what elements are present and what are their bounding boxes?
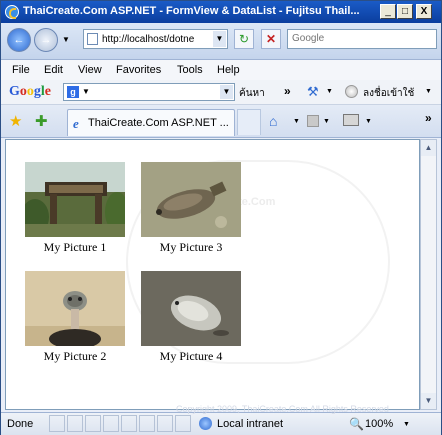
zoom-dropdown[interactable]: ▼ (403, 421, 410, 428)
search-box[interactable] (287, 29, 437, 49)
ie-tab-icon: e (73, 116, 79, 131)
zoom-level[interactable]: 100% (365, 418, 393, 430)
google-dropdown[interactable]: ▼ (220, 85, 233, 99)
tab-bar: ★ ✚ e ThaiCreate.Com ASP.NET ... ⌂ ▼ ▼ ▼… (1, 105, 441, 138)
status-pane (85, 415, 101, 432)
ie-icon (5, 5, 19, 19)
window-title: ThaiCreate.Com ASP.NET - FormView & Data… (23, 5, 360, 17)
logo-letter: o (19, 84, 27, 99)
google-g-icon[interactable]: g (67, 86, 79, 98)
sign-photo (25, 162, 125, 237)
close-button[interactable]: X (416, 4, 432, 19)
favorites-star-icon[interactable]: ★ (9, 112, 22, 130)
history-dropdown[interactable]: ▼ (62, 35, 70, 44)
new-tab-button[interactable] (237, 109, 261, 135)
logo-letter: G (9, 84, 20, 99)
refresh-button[interactable]: ↻ (234, 29, 254, 49)
status-pane (49, 415, 65, 432)
home-icon[interactable]: ⌂ (269, 113, 277, 129)
picture-1[interactable] (25, 162, 125, 237)
refresh-icon: ↻ (238, 32, 250, 46)
address-bar: ← → ▼ ▼ ↻ ✕ (1, 23, 441, 60)
zoom-icon[interactable]: 🔍 (349, 417, 364, 431)
feeds-icon[interactable] (307, 115, 319, 127)
forward-button[interactable]: → (34, 28, 58, 52)
wrench-icon[interactable]: ⚒ (307, 84, 319, 100)
search-input[interactable] (292, 33, 432, 44)
add-favorites-icon[interactable]: ✚ (35, 112, 48, 130)
back-button[interactable]: ← (7, 28, 31, 52)
arrow-right-icon: → (40, 34, 52, 46)
menu-tools[interactable]: Tools (177, 64, 203, 76)
settings-dropdown[interactable]: ▼ (326, 88, 333, 95)
menu-help[interactable]: Help (217, 64, 240, 76)
tab-thaicreate[interactable]: e ThaiCreate.Com ASP.NET ... (67, 109, 235, 136)
home-dropdown[interactable]: ▼ (293, 118, 300, 125)
minimize-button[interactable]: _ (380, 4, 396, 19)
globe-icon (199, 417, 212, 430)
status-pane (139, 415, 155, 432)
url-dropdown[interactable]: ▼ (213, 31, 226, 47)
url-box[interactable]: ▼ (83, 29, 228, 49)
google-logo[interactable]: Google (9, 84, 51, 100)
fish-photo (141, 162, 241, 237)
ostrich-photo (25, 271, 125, 346)
browser-window: ThaiCreate.Com ASP.NET - FormView & Data… (0, 0, 442, 435)
page-content: ThaiCreate.Com My Picture 1 (5, 139, 420, 410)
menu-edit[interactable]: Edit (44, 64, 63, 76)
stop-icon: ✕ (265, 32, 277, 46)
picture-4[interactable] (141, 271, 241, 346)
picture-3-caption: My Picture 3 (159, 240, 223, 254)
status-pane (103, 415, 119, 432)
menu-bar: File Edit View Favorites Tools Help (1, 60, 441, 80)
picture-1-caption: My Picture 1 (43, 240, 107, 254)
user-icon (345, 85, 358, 98)
vertical-scrollbar[interactable]: ▲ ▼ (420, 139, 437, 410)
command-overflow-icon[interactable]: » (425, 111, 432, 125)
logo-letter: e (44, 84, 51, 99)
status-text: Done (7, 418, 34, 430)
arrow-left-icon: ← (13, 34, 25, 46)
status-pane (157, 415, 173, 432)
scroll-up-icon[interactable]: ▲ (421, 140, 436, 156)
page-icon (87, 33, 98, 45)
sign-in-button[interactable]: ลงชื่อเข้าใช้ (363, 86, 414, 101)
google-toolbar: Google g ▼ ▼ ค้นหา » ⚒ ▼ ลงชื่อเข้าใช้ ▼ (1, 80, 441, 105)
status-pane (67, 415, 83, 432)
seal-photo (141, 271, 241, 346)
picture-2-caption: My Picture 2 (43, 349, 107, 363)
print-icon[interactable] (343, 114, 359, 126)
engine-dropdown[interactable]: ▼ (82, 87, 90, 96)
toolbar-overflow-icon[interactable]: » (284, 84, 291, 98)
google-search-box[interactable]: g ▼ ▼ (63, 83, 235, 101)
logo-letter: g (33, 84, 41, 99)
menu-favorites[interactable]: Favorites (116, 64, 161, 76)
feeds-dropdown[interactable]: ▼ (323, 118, 330, 125)
picture-3[interactable] (141, 162, 241, 237)
maximize-button[interactable]: □ (397, 4, 413, 19)
picture-4-caption: My Picture 4 (159, 349, 223, 363)
title-bar[interactable]: ThaiCreate.Com ASP.NET - FormView & Data… (1, 1, 441, 23)
picture-2[interactable] (25, 271, 125, 346)
stop-button[interactable]: ✕ (261, 29, 281, 49)
status-pane (121, 415, 137, 432)
status-bar: Copyright 2009, ThaiCreate.Com All Right… (1, 404, 441, 435)
menu-view[interactable]: View (78, 64, 102, 76)
security-zone[interactable]: Local intranet (217, 418, 283, 430)
print-dropdown[interactable]: ▼ (365, 118, 372, 125)
tab-title: ThaiCreate.Com ASP.NET ... (88, 117, 229, 129)
logo-letter: o (26, 84, 34, 99)
status-pane (175, 415, 191, 432)
menu-file[interactable]: File (12, 64, 30, 76)
watermark-copyright: Copyright 2009, ThaiCreate.Com All Right… (176, 404, 389, 414)
scroll-down-icon[interactable]: ▼ (421, 393, 436, 409)
sign-in-dropdown[interactable]: ▼ (425, 88, 432, 95)
url-input[interactable] (102, 32, 210, 46)
google-search-button[interactable]: ค้นหา (239, 86, 265, 101)
